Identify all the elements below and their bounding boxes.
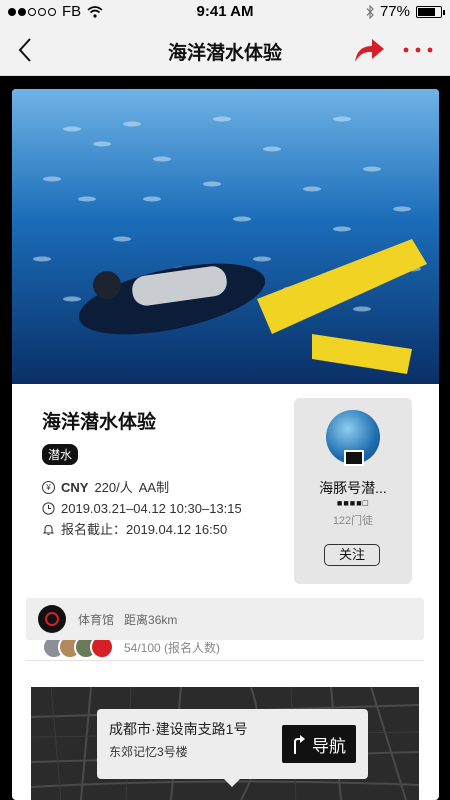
payment-label: AA制 [138, 480, 170, 495]
event-meta: ¥ CNY 220/人 AA制 2019.03.21–04.12 10:30–1… [42, 477, 292, 540]
event-title: 海洋潜水体验 [42, 412, 157, 433]
venue-row[interactable]: 体育馆 距离36km [26, 598, 424, 640]
category-tag: 潜水 [42, 444, 79, 465]
navigate-label: 导航 [312, 736, 346, 756]
address-line1: 成都市·建设南支路1号 [109, 721, 248, 737]
turn-arrow-icon [294, 735, 305, 754]
badge-icon [344, 450, 364, 466]
more-icon[interactable] [400, 36, 436, 64]
date-label: 2019.03.21–04.12 10:30–13:15 [61, 501, 242, 516]
status-right: 77% [366, 3, 445, 20]
battery-icon [416, 5, 445, 18]
price-label: 220/人 [94, 480, 133, 495]
event-info: 海洋潜水体验 潜水 ¥ CNY 220/人 AA制 2019.03.21–04.… [42, 407, 292, 540]
nav-bar: 海洋潜水体验 [0, 24, 450, 76]
status-bar: FB 9:41 AM 77% [0, 0, 450, 24]
address-line2: 东郊记忆3号楼 [109, 745, 188, 759]
date-row: 2019.03.21–04.12 10:30–13:15 [42, 498, 292, 519]
bluetooth-icon [366, 4, 374, 19]
venue-name: 体育馆 [78, 613, 115, 627]
hero-image [12, 89, 439, 384]
club-card[interactable]: 海豚号潜... ■■■■□ 122门徒 关注 [294, 398, 412, 584]
participant-count: 54/100 (报名人数) [124, 640, 221, 655]
address-popup: 成都市·建设南支路1号 东郊记忆3号楼 导航 [97, 709, 368, 787]
price-row: ¥ CNY 220/人 AA制 [42, 477, 292, 498]
club-fans: 122门徒 [332, 515, 374, 527]
venue-distance: 距离36km [124, 613, 178, 627]
follow-button[interactable]: 关注 [324, 544, 380, 566]
yen-icon: ¥ [42, 481, 55, 494]
location-icon [38, 605, 66, 633]
venue-text: 体育馆 距离36km [78, 611, 177, 628]
event-card: 海洋潜水体验 潜水 ¥ CNY 220/人 AA制 2019.03.21–04.… [12, 89, 439, 800]
clock-icon [42, 502, 55, 515]
navigate-button[interactable]: 导航 [282, 725, 356, 763]
divider [26, 660, 424, 661]
club-rating: ■■■■□ [336, 498, 370, 508]
bell-icon [42, 524, 55, 535]
club-name: 海豚号潜... [319, 480, 387, 496]
currency-label: CNY [61, 480, 89, 495]
battery-percent: 77% [379, 3, 410, 20]
deadline-row: 报名截止：2019.04.12 16:50 [42, 519, 292, 540]
deadline-label: 报名截止：2019.04.12 16:50 [61, 522, 228, 537]
share-icon[interactable] [352, 36, 386, 64]
